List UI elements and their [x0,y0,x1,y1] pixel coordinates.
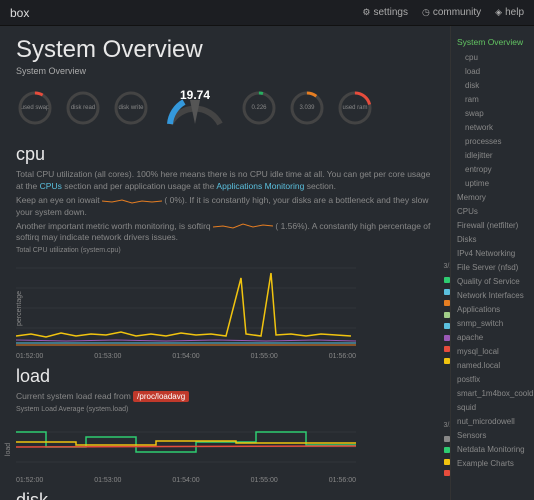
legend-row[interactable]: user9.48 [444,321,451,332]
cpu-chart[interactable]: percentage 3/20/2019 1:56:26 AM guest_ni… [16,258,434,351]
gauge-row: used swap disk read disk write 19.74 0.2… [16,86,434,130]
community-icon: ◷ [422,7,430,18]
legend-row[interactable]: softirq1.56 [444,298,451,309]
sidebar-item[interactable]: entropy [457,163,528,177]
gauge-net-in[interactable]: 0.226 [240,89,278,127]
sidebar-item[interactable]: CPUs [457,205,528,219]
sidebar-item[interactable]: swap [457,107,528,121]
legend-swatch [444,470,450,476]
legend-row[interactable]: load [444,434,451,445]
legend-swatch [444,346,450,352]
community-link[interactable]: ◷community [422,7,481,18]
load-chart[interactable]: load 3/20/2019 1:56:26 AM loadload11.884… [16,417,434,475]
legend-swatch [444,447,450,453]
sidebar-item[interactable]: File Server (nfsd) [457,261,528,275]
sidebar-item[interactable]: Netdata Monitoring [457,443,528,457]
help-link[interactable]: ◈help [495,7,524,18]
gauge-disk-read[interactable]: disk read [64,89,102,127]
loadavg-badge: /proc/loadavg [133,391,189,402]
legend-swatch [444,335,450,341]
sidebar-item[interactable]: smart_1m4box_cooldisk [457,387,528,401]
cpu-desc: Total CPU utilization (all cores). 100% … [16,169,434,193]
sidebar-item[interactable]: Firewall (netfilter) [457,219,528,233]
sidebar-item[interactable]: Disks [457,233,528,247]
sidebar-item[interactable]: Applications [457,303,528,317]
sidebar: System Overview cpuloaddiskramswapnetwor… [450,26,534,500]
sidebar-item[interactable]: IPv4 Networking [457,247,528,261]
legend-row[interactable]: load151.857 [444,468,451,479]
load-chart-title: System Load Average (system.load) [16,406,128,413]
sidebar-item[interactable]: apache [457,331,528,345]
page-title: System Overview [16,36,434,64]
gauge-net-out[interactable]: 3.039 [288,89,326,127]
legend-row[interactable]: load51.892 [444,457,451,468]
sidebar-item[interactable]: Memory [457,191,528,205]
main-content: System Overview System Overview used swa… [0,26,450,500]
gauge-cpu[interactable]: 19.74 [160,86,230,130]
sidebar-item[interactable]: network [457,121,528,135]
sidebar-item[interactable]: squid [457,401,528,415]
sidebar-item[interactable]: nut_microdowell [457,415,528,429]
load-legend: 3/20/2019 1:56:26 AM loadload11.884load5… [444,421,451,480]
legend-row[interactable]: iowait0.01 [444,355,451,366]
gauge-ram[interactable]: used ram [336,89,374,127]
sidebar-item[interactable]: postfix [457,373,528,387]
sidebar-item[interactable]: named.local [457,359,528,373]
legend-swatch [444,289,450,295]
legend-swatch [444,358,450,364]
legend-swatch [444,300,450,306]
cpu-xaxis: 01:52:0001:53:0001:54:0001:55:0001:56:00 [16,353,356,360]
legend-swatch [444,459,450,465]
breadcrumb: System Overview [16,66,434,76]
section-cpu-title: cpu [16,144,434,165]
sidebar-item[interactable]: processes [457,135,528,149]
sidebar-item[interactable]: disk [457,79,528,93]
section-disk-title: disk [16,490,434,500]
legend-swatch [444,277,450,283]
sidebar-item[interactable]: Example Charts [457,457,528,471]
legend-swatch [444,436,450,442]
legend-swatch [444,323,450,329]
legend-swatch [444,312,450,318]
help-icon: ◈ [495,7,502,18]
sidebar-item[interactable]: load [457,65,528,79]
sidebar-item[interactable]: Network Interfaces [457,289,528,303]
sidebar-item[interactable]: idlejitter [457,149,528,163]
gear-icon: ⚙ [362,7,370,18]
section-load-title: load [16,366,434,387]
gauge-swap[interactable]: used swap [16,89,54,127]
cpu-chart-title: Total CPU utilization (system.cpu) [16,247,121,254]
cpus-link[interactable]: CPUs [40,181,62,191]
sidebar-item[interactable]: snmp_switch [457,317,528,331]
sidebar-item[interactable]: Sensors [457,429,528,443]
apps-link[interactable]: Applications Monitoring [216,181,304,191]
legend-row[interactable]: irq- [444,309,451,320]
legend-row[interactable]: load11.884 [444,445,451,456]
sidebar-item[interactable]: uptime [457,177,528,191]
app-title: box [10,6,29,20]
topbar: box ⚙settings ◷community ◈help [0,0,534,26]
sidebar-item[interactable]: cpu [457,51,528,65]
settings-link[interactable]: ⚙settings [362,7,408,18]
legend-row[interactable]: nice- [444,344,451,355]
gauge-disk-write[interactable]: disk write [112,89,150,127]
legend-row[interactable]: system3.31 [444,332,451,343]
sidebar-item[interactable]: Quality of Service [457,275,528,289]
sidebar-group-overview[interactable]: System Overview [457,36,528,49]
legend-row[interactable]: guest- [444,286,451,297]
legend-row[interactable]: guest_nice- [444,275,451,286]
sidebar-item[interactable]: ram [457,93,528,107]
sidebar-item[interactable]: mysql_local [457,345,528,359]
load-xaxis: 01:52:0001:53:0001:54:0001:55:0001:56:00 [16,477,356,484]
cpu-legend: 3/20/2019 1:56:26 AM guest_nice-guest-so… [444,262,451,367]
